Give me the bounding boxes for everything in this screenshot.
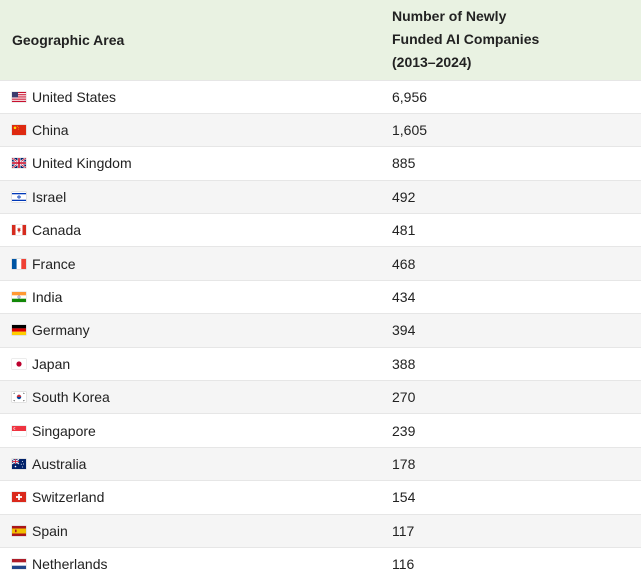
country-name: Japan — [32, 355, 71, 372]
table-row: United States 6,956 — [0, 80, 641, 113]
country-wrapper: Netherlands — [12, 556, 380, 572]
country-wrapper: United States — [12, 89, 380, 105]
country-cell: Singapore — [0, 414, 380, 447]
table-row: United Kingdom 885 — [0, 146, 641, 180]
company-count: 394 — [392, 322, 416, 339]
cn-flag-icon — [12, 125, 26, 136]
au-flag-icon — [12, 458, 26, 469]
country-wrapper: China — [12, 122, 380, 138]
country-wrapper: France — [12, 256, 380, 272]
company-count: 116 — [392, 556, 415, 573]
company-count: 388 — [392, 355, 416, 372]
country-cell: Japan — [0, 347, 380, 380]
es-flag-icon — [12, 525, 26, 536]
company-count: 117 — [392, 522, 415, 539]
company-count: 468 — [392, 255, 416, 272]
country-wrapper: Australia — [12, 456, 380, 472]
country-name: India — [32, 289, 63, 306]
ca-flag-icon — [12, 225, 26, 236]
il-flag-icon — [12, 191, 26, 202]
country-wrapper: Canada — [12, 222, 380, 238]
country-wrapper: Israel — [12, 189, 380, 205]
header-line-2: Funded AI Companies — [392, 31, 540, 48]
country-name: Canada — [32, 222, 82, 239]
gb-flag-icon — [12, 158, 26, 169]
country-name: Spain — [32, 522, 68, 539]
ai-companies-table: Geographic Area Number of Newly Funded A… — [0, 0, 641, 581]
company-count: 1,605 — [392, 122, 428, 139]
company-count: 178 — [392, 455, 416, 472]
kr-flag-icon — [12, 392, 26, 403]
company-count: 6,956 — [392, 88, 428, 105]
country-wrapper: Spain — [12, 523, 380, 539]
country-name: France — [32, 255, 76, 272]
country-name: Germany — [32, 322, 90, 339]
country-wrapper: Switzerland — [12, 489, 380, 505]
country-cell: United Kingdom — [0, 147, 380, 180]
country-name: China — [32, 122, 69, 139]
sg-flag-icon — [12, 425, 26, 436]
us-flag-icon — [12, 91, 26, 102]
table-row: Singapore 239 — [0, 413, 641, 447]
table-row: South Korea 270 — [0, 380, 641, 414]
country-cell: South Korea — [0, 381, 380, 414]
country-wrapper: Japan — [12, 356, 380, 372]
country-cell: Spain — [0, 514, 380, 547]
country-name: Israel — [32, 188, 67, 205]
country-cell: Germany — [0, 314, 380, 347]
in-flag-icon — [12, 292, 26, 303]
table-header: Geographic Area Number of Newly Funded A… — [0, 0, 641, 80]
country-cell: Australia — [0, 447, 380, 480]
country-name: United Kingdom — [32, 155, 132, 172]
header-line-3: (2013–2024) — [392, 54, 472, 71]
country-name: Australia — [32, 455, 87, 472]
header-geographic-area: Geographic Area — [12, 31, 125, 48]
table-row: China 1,605 — [0, 113, 641, 147]
table-row: India 434 — [0, 280, 641, 313]
country-cell: Canada — [0, 214, 380, 247]
company-count: 885 — [392, 155, 416, 172]
table-row: Switzerland 154 — [0, 480, 641, 514]
header-newly-funded-count: Number of Newly Funded AI Companies (201… — [380, 0, 641, 80]
company-count: 270 — [392, 389, 416, 406]
company-count: 239 — [392, 422, 416, 439]
company-count: 481 — [392, 222, 416, 239]
de-flag-icon — [12, 325, 26, 336]
country-name: Singapore — [32, 422, 96, 439]
table-row: Australia 178 — [0, 447, 641, 481]
header-line-1: Number of Newly — [392, 8, 507, 25]
table-row: Canada 481 — [0, 213, 641, 247]
country-cell: Switzerland — [0, 481, 380, 514]
nl-flag-icon — [12, 559, 26, 570]
company-count: 492 — [392, 188, 416, 205]
country-cell: Netherlands — [0, 547, 380, 580]
table-row: France 468 — [0, 246, 641, 281]
fr-flag-icon — [12, 258, 26, 269]
table-row: Netherlands 116 — [0, 547, 641, 580]
company-count: 154 — [392, 489, 416, 506]
header-row: Geographic Area Number of Newly Funded A… — [0, 0, 641, 80]
table-body: United States 6,956 China 1,605 United Kingd… — [0, 80, 641, 581]
country-name: Netherlands — [32, 556, 108, 573]
country-cell: China — [0, 113, 380, 146]
country-wrapper: South Korea — [12, 389, 380, 405]
ch-flag-icon — [12, 492, 26, 503]
table-row: Spain 117 — [0, 514, 641, 548]
table-row: Germany 394 — [0, 313, 641, 348]
jp-flag-icon — [12, 358, 26, 369]
country-cell: France — [0, 247, 380, 280]
country-wrapper: Singapore — [12, 423, 380, 439]
country-name: Switzerland — [32, 489, 105, 506]
country-cell: United States — [0, 80, 380, 113]
country-cell: Israel — [0, 180, 380, 213]
country-wrapper: Germany — [12, 322, 380, 338]
country-cell: India — [0, 280, 380, 313]
company-count: 434 — [392, 289, 416, 306]
country-wrapper: India — [12, 289, 380, 305]
table-row: Israel 492 — [0, 180, 641, 214]
country-name: United States — [32, 88, 117, 105]
country-name: South Korea — [32, 389, 110, 406]
table-row: Japan 388 — [0, 347, 641, 380]
country-wrapper: United Kingdom — [12, 155, 380, 171]
